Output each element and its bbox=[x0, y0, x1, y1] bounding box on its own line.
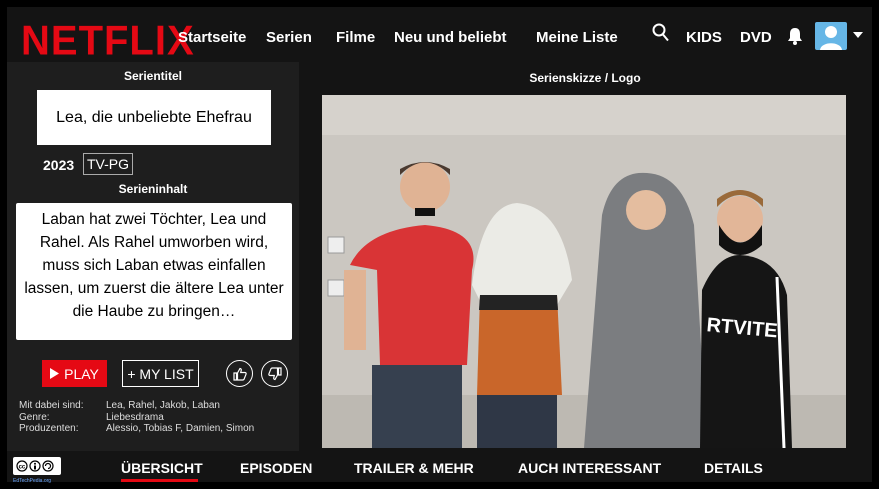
series-description: Laban hat zwei Töchter, Lea und Rahel. A… bbox=[16, 203, 292, 340]
credits: Mit dabei sind: Lea, Rahel, Jakob, Laban… bbox=[19, 400, 254, 435]
license-badge[interactable]: cc bbox=[13, 457, 61, 475]
tab-details[interactable]: DETAILS bbox=[704, 460, 763, 476]
tab-auch-interessant[interactable]: AUCH INTERESSANT bbox=[518, 460, 661, 476]
bell-icon[interactable] bbox=[786, 27, 804, 50]
tab-trailer-und-mehr[interactable]: TRAILER & MEHR bbox=[354, 460, 474, 476]
credits-row: Mit dabei sind: Lea, Rahel, Jakob, Laban bbox=[19, 400, 254, 412]
series-content-label: Serieninhalt bbox=[118, 182, 188, 196]
release-year: 2023 bbox=[43, 157, 75, 173]
license-caption[interactable]: EdTechPedia.org bbox=[13, 478, 51, 484]
credits-value: Alessio, Tobias F, Damien, Simon bbox=[106, 423, 255, 434]
series-title-label: Serientitel bbox=[123, 69, 183, 83]
thumbs-up-icon[interactable] bbox=[226, 360, 253, 387]
credits-row: Genre: Liebesdrama bbox=[19, 412, 254, 424]
tab-uebersicht[interactable]: ÜBERSICHT bbox=[121, 460, 203, 476]
credits-key: Mit dabei sind: bbox=[19, 400, 84, 411]
nav-filme[interactable]: Filme bbox=[336, 29, 375, 46]
app-frame: NETFLIX Startseite Serien Filme Neu und … bbox=[7, 7, 872, 484]
rating-badge: TV-PG bbox=[83, 153, 134, 175]
credits-row: Produzenten: Alessio, Tobias F, Damien, … bbox=[19, 423, 254, 435]
credits-key: Genre: bbox=[19, 411, 50, 423]
play-button[interactable]: PLAY bbox=[42, 360, 107, 387]
avatar[interactable] bbox=[815, 22, 847, 50]
netflix-logo[interactable]: NETFLIX bbox=[21, 18, 195, 65]
active-tab-indicator bbox=[121, 479, 198, 482]
nav-startseite[interactable]: Startseite bbox=[178, 29, 246, 46]
top-navigation: NETFLIX Startseite Serien Filme Neu und … bbox=[7, 7, 872, 65]
series-info-panel: Serientitel Lea, die unbeliebte Ehefrau … bbox=[7, 62, 299, 451]
play-label: PLAY bbox=[64, 365, 99, 382]
credits-value: Lea, Rahel, Jakob, Laban bbox=[106, 400, 220, 411]
nav-serien[interactable]: Serien bbox=[266, 29, 312, 46]
series-title: Lea, die unbeliebte Ehefrau bbox=[37, 90, 271, 145]
my-list-button[interactable]: + MY LIST bbox=[122, 360, 199, 387]
credits-value: Liebesdrama bbox=[106, 411, 164, 423]
svg-text:cc: cc bbox=[19, 465, 26, 471]
chevron-down-icon[interactable] bbox=[853, 32, 863, 38]
nav-kids[interactable]: KIDS bbox=[686, 29, 722, 46]
credits-key: Produzenten: bbox=[19, 423, 79, 434]
nav-neu-und-beliebt[interactable]: Neu und beliebt bbox=[394, 29, 507, 46]
tab-episoden[interactable]: EPISODEN bbox=[240, 460, 312, 476]
nav-dvd[interactable]: DVD bbox=[740, 29, 772, 46]
series-sketch-label: Serienskizze / Logo bbox=[529, 71, 641, 85]
thumbs-down-icon[interactable] bbox=[261, 360, 288, 387]
series-sketch-photo: RTVITE bbox=[322, 95, 846, 448]
nav-meine-liste[interactable]: Meine Liste bbox=[536, 29, 618, 46]
play-icon bbox=[50, 368, 60, 379]
creative-commons-icon: cc bbox=[16, 460, 54, 472]
search-icon[interactable] bbox=[652, 23, 670, 48]
